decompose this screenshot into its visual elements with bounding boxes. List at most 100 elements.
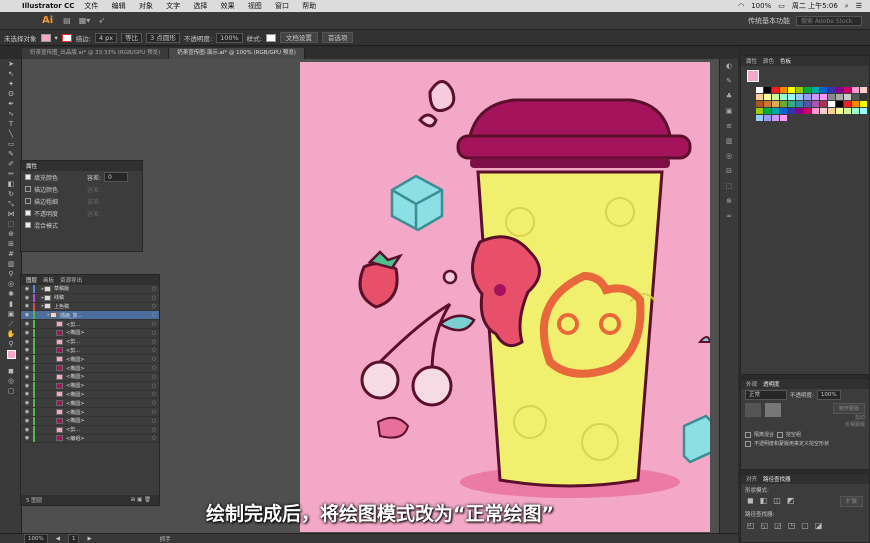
menu-file[interactable]: 文件 (84, 2, 98, 10)
swatch-chip[interactable] (843, 100, 851, 107)
transp-opacity-field[interactable]: 100% (816, 390, 841, 400)
stroke-icon[interactable]: ≡ (720, 119, 738, 134)
layer-row[interactable]: ◉ <椭圆> ○ (21, 372, 159, 382)
isolate-checkbox[interactable] (745, 431, 751, 438)
curvature-tool-icon[interactable]: ∿ (5, 110, 17, 119)
swatch-chip[interactable] (851, 93, 859, 100)
paintbrush-icon[interactable]: ✎ (5, 150, 17, 159)
visibility-eye-icon[interactable]: ◉ (21, 435, 33, 441)
swatch-chip[interactable] (763, 107, 771, 114)
layer-row[interactable]: ◉ <剪... ○ (21, 425, 159, 435)
bridge-icon[interactable]: ▤ (63, 16, 71, 25)
gradient-panel-icon[interactable]: ▥ (720, 134, 738, 149)
swatch-chip[interactable] (755, 107, 763, 114)
swatch-chip[interactable] (787, 100, 795, 107)
zoom-field[interactable]: 100% (24, 533, 48, 543)
clock[interactable]: 周二 上午5:06 (792, 1, 838, 11)
tab-layers[interactable]: 图层 (26, 276, 37, 284)
layer-target-icon[interactable]: ○ (149, 383, 159, 389)
swatch-chip[interactable] (755, 114, 763, 121)
artboard[interactable] (300, 62, 710, 532)
scale-icon[interactable]: ⤡ (5, 200, 17, 209)
layer-target-icon[interactable]: ○ (149, 339, 159, 345)
checkbox-stroke-weight[interactable] (25, 198, 31, 204)
attr-row-blend[interactable]: 混合模式 (21, 219, 142, 231)
swatch-chip[interactable] (827, 86, 835, 93)
layer-row[interactable]: ◉ <剪... ○ (21, 337, 159, 347)
attr-row-stroke-weight[interactable]: 描边粗细 容差: (21, 195, 142, 207)
layer-target-icon[interactable]: ○ (149, 409, 159, 415)
swatch-chip[interactable] (771, 100, 779, 107)
layer-target-icon[interactable]: ○ (149, 365, 159, 371)
swatch-chip[interactable] (835, 86, 843, 93)
outline-icon[interactable]: ▢ (801, 521, 809, 530)
menu-window[interactable]: 窗口 (275, 2, 289, 10)
slice-tool-icon[interactable]: ⟋ (5, 320, 17, 329)
battery-icon[interactable]: ▭ (778, 2, 785, 10)
swatch-chip[interactable] (827, 100, 835, 107)
swatch-chip[interactable] (819, 107, 827, 114)
menu-edit[interactable]: 编辑 (112, 2, 126, 10)
swatch-chip[interactable] (843, 86, 851, 93)
tab-document-1[interactable]: 奶茶宣传图_出品版.ai* @ 33.33% (RGB/GPU 预览) (22, 48, 170, 59)
eraser-icon[interactable]: ◧ (5, 180, 17, 189)
expand-arrow-icon[interactable]: ▸ (38, 312, 50, 318)
swatch-chip[interactable] (787, 86, 795, 93)
menu-view[interactable]: 视图 (248, 2, 262, 10)
swatch-chip[interactable] (835, 93, 843, 100)
clip-checkbox[interactable]: 剪切 (833, 414, 865, 421)
layer-row[interactable]: ◉ <椭圆> ○ (21, 381, 159, 391)
layer-target-icon[interactable]: ○ (149, 286, 159, 292)
new-layer-icon[interactable]: ⊞ ▣ 🗑 (131, 497, 151, 503)
brush-definition[interactable]: 3 点圆形 (146, 32, 180, 43)
attributes-tab[interactable]: 属性 (26, 162, 37, 170)
tab-properties[interactable]: 属性 (746, 57, 757, 65)
tab-color[interactable]: 颜色 (763, 57, 774, 65)
pen-tool-icon[interactable]: ✒ (5, 100, 17, 109)
swatch-chip[interactable] (859, 100, 867, 107)
mesh-icon[interactable]: # (5, 250, 17, 259)
swatch-chip[interactable] (843, 107, 851, 114)
intersect-icon[interactable]: ◫ (773, 496, 781, 507)
checkbox-fill[interactable] (25, 174, 31, 180)
swatch-chip[interactable] (819, 86, 827, 93)
style-swatch[interactable] (265, 33, 276, 42)
swatch-chip[interactable] (811, 86, 819, 93)
list-icon[interactable]: ☰ (856, 2, 862, 10)
swatch-chip[interactable] (827, 93, 835, 100)
swatch-chip[interactable] (787, 93, 795, 100)
rotate-icon[interactable]: ↻ (5, 190, 17, 199)
visibility-eye-icon[interactable]: ◉ (21, 383, 33, 389)
zoom-tool-icon[interactable]: ⚲ (5, 340, 17, 349)
transparency-icon[interactable]: ◎ (720, 149, 738, 164)
swatch-chip[interactable] (763, 86, 771, 93)
stroke-weight-field[interactable]: 4 px (94, 32, 118, 43)
layer-target-icon[interactable]: ○ (149, 347, 159, 353)
layer-row[interactable]: ◉ ▸ 线稿 ○ (21, 293, 159, 303)
swatch-chip[interactable] (771, 86, 779, 93)
eyedropper-icon[interactable]: ⚲ (5, 270, 17, 279)
menu-object[interactable]: 对象 (139, 2, 153, 10)
layer-row[interactable]: ◉ <椭圆> ○ (21, 416, 159, 426)
swatch-chip[interactable] (763, 114, 771, 121)
menu-help[interactable]: 帮助 (302, 2, 316, 10)
opacity-mask-checkbox[interactable] (745, 440, 751, 447)
merge-icon[interactable]: ◲ (774, 521, 782, 530)
visibility-eye-icon[interactable]: ◉ (21, 295, 33, 301)
pathfinder-icon[interactable]: ⊕ (720, 194, 738, 209)
layer-target-icon[interactable]: ○ (149, 418, 159, 424)
layer-row[interactable]: ◉ <编组> ○ (21, 434, 159, 444)
crop-icon[interactable]: ◳ (788, 521, 796, 530)
fill-stroke-icon[interactable] (5, 350, 17, 366)
visibility-eye-icon[interactable]: ◉ (21, 418, 33, 424)
preferences-button[interactable]: 首选项 (321, 32, 354, 43)
swatch-chip[interactable] (803, 100, 811, 107)
visibility-eye-icon[interactable]: ◉ (21, 427, 33, 433)
tab-pathfinder[interactable]: 路径查找器 (763, 475, 791, 483)
swatch-chip[interactable] (811, 93, 819, 100)
tab-appearance[interactable]: 外观 (746, 380, 757, 388)
attr-row-fill[interactable]: 填充颜色 容差: 0 (21, 171, 142, 183)
perspective-grid-icon[interactable]: ⊞ (5, 240, 17, 249)
attr-row-stroke-color[interactable]: 描边颜色 容差: (21, 183, 142, 195)
unite-icon[interactable]: ◼ (747, 496, 754, 507)
